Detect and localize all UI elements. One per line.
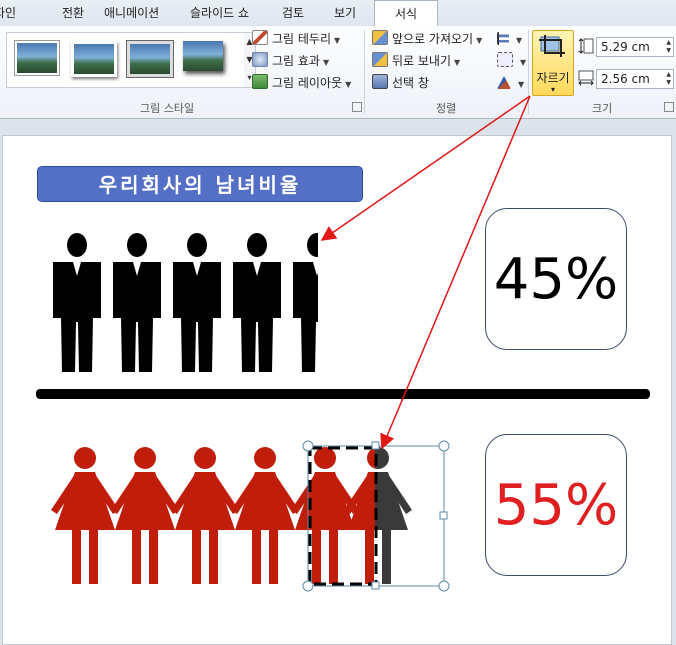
divider-bar	[36, 389, 650, 399]
resize-handle[interactable]	[438, 440, 450, 452]
resize-handle[interactable]	[371, 441, 380, 450]
male-figures-row[interactable]	[53, 233, 341, 372]
female-figures-row[interactable]	[51, 447, 412, 584]
male-figure-icon	[293, 233, 318, 372]
resize-handle[interactable]	[302, 580, 314, 592]
resize-handle[interactable]	[302, 440, 314, 452]
resize-handle[interactable]	[371, 581, 380, 590]
female-figure-icon	[231, 447, 299, 584]
male-figure-icon	[53, 233, 101, 372]
female-figure-icon	[291, 447, 359, 584]
female-figure-icon	[51, 447, 119, 584]
slide-graphics	[36, 95, 650, 592]
annotation-arrow-to-male	[320, 95, 531, 241]
male-figure-icon	[173, 233, 221, 372]
male-figure-icon	[233, 233, 281, 372]
female-figure-icon	[111, 447, 179, 584]
male-figure-icon	[113, 233, 161, 372]
resize-handle[interactable]	[439, 511, 448, 520]
resize-handle[interactable]	[438, 580, 450, 592]
female-figure-icon	[171, 447, 239, 584]
